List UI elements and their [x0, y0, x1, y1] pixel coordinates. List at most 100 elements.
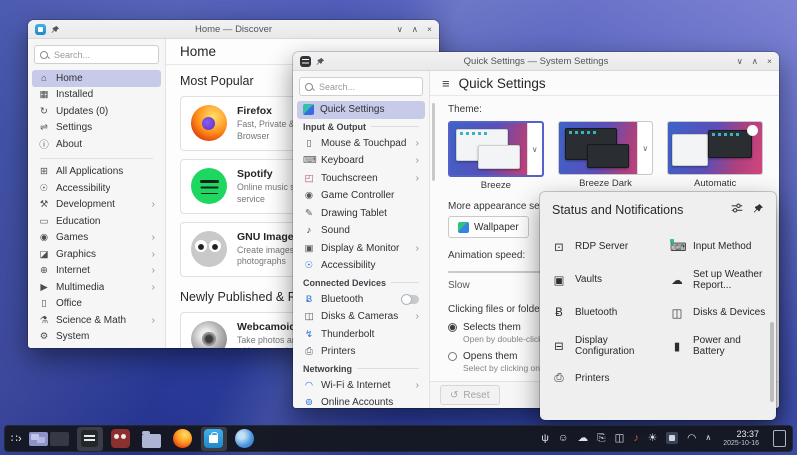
chevron-down-icon[interactable]: ∨ — [527, 123, 542, 175]
tray-user-switch-icon[interactable]: ☺ — [558, 433, 569, 444]
task-file-manager[interactable] — [139, 427, 165, 451]
status-item-weather[interactable]: Set up Weather Report... — [670, 263, 772, 296]
tray-clipboard-icon[interactable]: ⎘ — [597, 433, 605, 444]
office-icon — [38, 298, 50, 309]
sidebar-item-keyboard[interactable]: Keyboard› — [297, 152, 425, 170]
sidebar-item-office[interactable]: Office — [32, 296, 161, 313]
tray-media-player-icon[interactable]: ◫ — [615, 433, 625, 444]
minimize-button[interactable]: ∨ — [397, 20, 403, 38]
webcamoid-icon — [191, 321, 227, 348]
status-item-display-configuration[interactable]: Display Configuration — [552, 329, 670, 362]
sidebar-item-system[interactable]: System — [32, 329, 161, 346]
sidebar-item-updates[interactable]: Updates (0) — [32, 103, 161, 120]
sidebar-item-printers[interactable]: Printers — [297, 343, 425, 361]
search-input[interactable] — [317, 81, 417, 93]
status-item-input-method[interactable]: Input Method — [670, 230, 772, 263]
tray-volume-icon[interactable]: ♪ — [633, 433, 638, 444]
preview-window — [478, 145, 520, 169]
sidebar-item-science-math[interactable]: Science & Math› — [32, 312, 161, 329]
sidebar-item-about[interactable]: About — [32, 136, 161, 153]
settings-search[interactable] — [299, 77, 423, 96]
theme-card-automatic[interactable]: Automatic — [667, 121, 763, 191]
tray-expand-icon[interactable]: ∧ — [705, 434, 711, 442]
sidebar-item-thunderbolt[interactable]: Thunderbolt — [297, 326, 425, 344]
content-scrollbar[interactable] — [432, 103, 435, 181]
close-button[interactable]: × — [767, 52, 772, 70]
theme-card-breeze-dark[interactable]: ∨ Breeze Dark — [558, 121, 654, 191]
maximize-button[interactable]: ∧ — [412, 20, 418, 38]
tray-night-light-icon[interactable]: ☀ — [648, 433, 657, 444]
radio-button-selected[interactable] — [448, 323, 457, 332]
status-item-vaults[interactable]: Vaults — [552, 263, 670, 296]
wallpaper-button[interactable]: Wallpaper — [448, 216, 529, 238]
bluetooth-toggle[interactable] — [401, 295, 419, 304]
sidebar-item-wifi-internet[interactable]: Wi-Fi & Internet› — [297, 377, 425, 395]
sidebar-item-settings[interactable]: Settings — [32, 120, 161, 137]
browser-globe-icon — [235, 429, 254, 448]
quick-settings-icon — [303, 104, 314, 115]
sidebar-item-disks-cameras[interactable]: Disks & Cameras› — [297, 308, 425, 326]
task-firefox[interactable] — [170, 427, 196, 451]
discover-titlebar[interactable]: Home — Discover ∨ ∧ × — [28, 20, 439, 39]
sidebar-item-all-applications[interactable]: All Applications — [32, 164, 161, 181]
close-button[interactable]: × — [427, 20, 432, 38]
sidebar-item-quick-settings[interactable]: Quick Settings — [297, 101, 425, 119]
reset-button[interactable]: Reset — [440, 385, 500, 405]
discover-search[interactable] — [34, 45, 159, 64]
status-item-printers[interactable]: Printers — [552, 362, 670, 395]
settings-titlebar[interactable]: Quick Settings — System Settings ∨ ∧ × — [293, 52, 779, 71]
hamburger-menu-icon[interactable]: ≡ — [442, 76, 450, 91]
task-konqueror[interactable] — [232, 427, 258, 451]
desktop-1[interactable] — [29, 432, 48, 446]
minimize-button[interactable]: ∨ — [737, 52, 743, 70]
sidebar-item-display-monitor[interactable]: Display & Monitor› — [297, 240, 425, 258]
sidebar-item-development[interactable]: Development› — [32, 197, 161, 214]
popup-scrollbar[interactable] — [770, 322, 774, 402]
pin-icon[interactable] — [753, 201, 764, 219]
sidebar-item-sound[interactable]: Sound — [297, 222, 425, 240]
task-gimp[interactable] — [108, 427, 134, 451]
discover-icon — [204, 429, 223, 448]
desktop-2[interactable] — [50, 432, 69, 446]
search-input[interactable] — [52, 49, 153, 61]
show-desktop-button[interactable] — [773, 430, 786, 447]
tray-weather-icon[interactable]: ☁ — [578, 433, 589, 444]
chevron-down-icon[interactable]: ∨ — [637, 122, 652, 174]
sidebar-item-education[interactable]: Education — [32, 213, 161, 230]
radio-button[interactable] — [448, 352, 457, 361]
sidebar-item-installed[interactable]: Installed — [32, 87, 161, 104]
tray-updates-icon[interactable]: ψ — [541, 433, 549, 444]
status-item-rdp-server[interactable]: RDP Server — [552, 230, 670, 263]
app-launcher-button[interactable]: ∷› — [11, 432, 21, 445]
theme-card-breeze[interactable]: ∨ Breeze — [448, 121, 544, 191]
sidebar-item-internet[interactable]: Internet› — [32, 263, 161, 280]
sidebar-item-accessibility[interactable]: Accessibility — [32, 180, 161, 197]
sidebar-item-graphics[interactable]: Graphics› — [32, 246, 161, 263]
status-item-power-battery[interactable]: Power and Battery — [670, 329, 772, 362]
configure-icon[interactable] — [731, 201, 743, 219]
sidebar-item-multimedia[interactable]: Multimedia› — [32, 279, 161, 296]
pin-icon[interactable] — [316, 57, 325, 66]
firefox-icon — [191, 105, 227, 141]
status-item-bluetooth[interactable]: Bluetooth — [552, 296, 670, 329]
system-tray: ψ ☺ ☁ ⎘ ◫ ♪ ☀ ◠ ∧ 23:37 2025-10-16 — [541, 430, 786, 448]
task-system-settings[interactable] — [77, 427, 103, 451]
sidebar-item-games[interactable]: Games› — [32, 230, 161, 247]
chevron-right-icon: › — [416, 173, 419, 184]
sidebar-item-touchscreen[interactable]: Touchscreen› — [297, 170, 425, 188]
sidebar-item-mouse-touchpad[interactable]: Mouse & Touchpad› — [297, 135, 425, 153]
tray-keyboard-layout-icon[interactable] — [666, 432, 678, 444]
maximize-button[interactable]: ∧ — [752, 52, 758, 70]
sidebar-item-accessibility[interactable]: Accessibility — [297, 257, 425, 275]
sidebar-item-game-controller[interactable]: Game Controller — [297, 187, 425, 205]
task-discover[interactable] — [201, 427, 227, 451]
virtual-desktop-pager[interactable] — [29, 432, 69, 446]
sidebar-item-online-accounts[interactable]: Online Accounts — [297, 394, 425, 408]
status-item-disks-devices[interactable]: Disks & Devices — [670, 296, 772, 329]
pin-icon[interactable] — [51, 25, 60, 34]
sidebar-item-bluetooth[interactable]: Bluetooth — [297, 291, 425, 309]
tray-network-icon[interactable]: ◠ — [687, 433, 696, 444]
digital-clock[interactable]: 23:37 2025-10-16 — [723, 430, 759, 448]
sidebar-item-drawing-tablet[interactable]: Drawing Tablet — [297, 205, 425, 223]
sidebar-item-home[interactable]: Home — [32, 70, 161, 87]
